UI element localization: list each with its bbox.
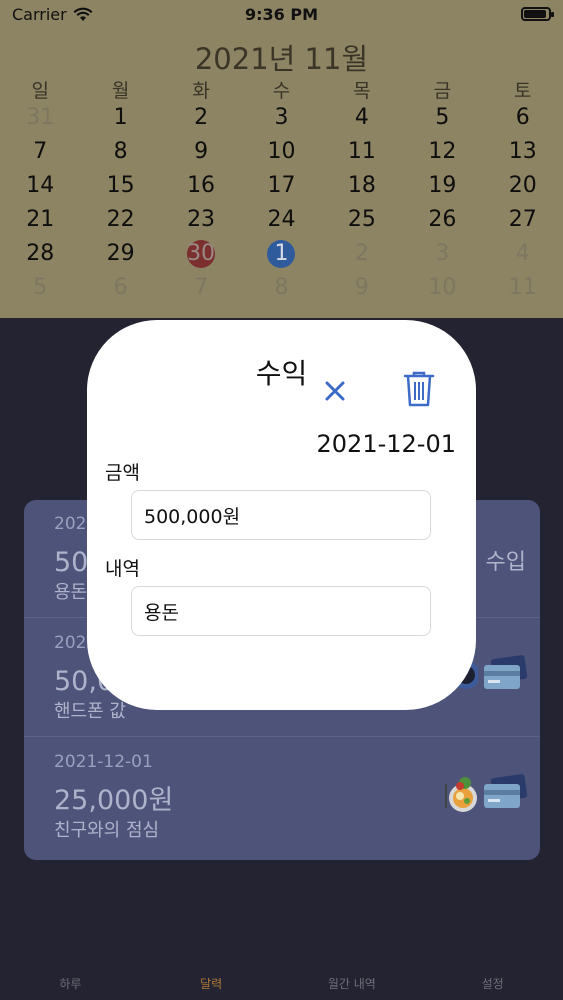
trash-icon [403, 371, 435, 407]
battery-icon [521, 7, 554, 21]
calendar-day[interactable]: 7 [161, 272, 241, 304]
memo-input[interactable] [131, 586, 431, 636]
calendar-week: 21 22 23 24 25 26 27 [0, 204, 563, 236]
weekday-label: 일 [31, 80, 49, 102]
close-icon [325, 381, 345, 401]
calendar-day[interactable]: 13 [483, 136, 563, 168]
calendar-day[interactable]: 5 [402, 102, 482, 134]
edit-entry-modal: 수익 2021-12-01 금액 내역 [87, 320, 476, 710]
calendar-day[interactable]: 6 [483, 102, 563, 134]
calendar-day[interactable]: 9 [161, 136, 241, 168]
calendar-day[interactable]: 4 [483, 238, 563, 270]
calendar-day[interactable]: 6 [80, 272, 160, 304]
weekday-label: 토 [514, 80, 532, 102]
calendar-day[interactable]: 17 [241, 170, 321, 202]
calendar-day[interactable]: 10 [402, 272, 482, 304]
calendar-day[interactable]: 15 [80, 170, 160, 202]
calendar-day[interactable]: 31 [0, 102, 80, 134]
entry-date[interactable]: 2021-12-01 [317, 430, 456, 458]
calendar-day[interactable]: 11 [483, 272, 563, 304]
item-desc: 친구와의 점심 [54, 820, 160, 841]
food-icon [445, 777, 477, 812]
calendar: 2021년 11월 일월화수목금토 31 1 2 3 4 5 6 7 8 9 10 11 12 13 14 1… [0, 28, 563, 318]
calendar-day[interactable]: 4 [322, 102, 402, 134]
calendar-day[interactable]: 8 [241, 272, 321, 304]
amount-input[interactable] [131, 490, 431, 540]
calendar-day[interactable]: 1 [80, 102, 160, 134]
weekday-label: 금 [433, 80, 452, 102]
memo-label: 내역 [105, 558, 140, 580]
calendar-day[interactable]: 3 [402, 238, 482, 270]
status-bar: Carrier 9:36 PM [0, 0, 563, 28]
amount-label: 금액 [105, 462, 140, 484]
credit-card-icon [484, 655, 528, 689]
tab-1[interactable]: 달력 [141, 975, 282, 1000]
calendar-day[interactable]: 22 [80, 204, 160, 236]
list-item[interactable]: 2021-12-01 25,000원 친구와의 점심 [24, 738, 540, 856]
tab-2[interactable]: 월간 내역 [282, 975, 423, 1000]
calendar-day[interactable]: 28 [0, 238, 80, 270]
weekday-label: 수 [272, 80, 291, 102]
calendar-day[interactable]: 5 [0, 272, 80, 304]
item-date: 2021-12-01 [54, 752, 153, 772]
item-desc: 용돈 [54, 582, 88, 603]
credit-card-icon [484, 774, 528, 808]
weekday-label: 목 [353, 80, 371, 102]
calendar-week: 5 6 7 8 9 10 11 [0, 272, 563, 304]
calendar-day[interactable]: 21 [0, 204, 80, 236]
item-type: 수입 [485, 550, 526, 575]
weekday-label: 화 [192, 80, 210, 102]
day-marker-selected: 1 [267, 240, 296, 268]
calendar-week: 28 29 30 1 2 3 4 [0, 238, 563, 270]
calendar-day[interactable]: 7 [0, 136, 80, 168]
calendar-day[interactable]: 9 [322, 272, 402, 304]
calendar-day[interactable]: 23 [161, 204, 241, 236]
item-amount: 25,000원 [54, 785, 174, 816]
calendar-day[interactable]: 3 [241, 102, 321, 134]
calendar-day[interactable]: 24 [241, 204, 321, 236]
tab-bar: 하루 달력 월간 내역 설정 [0, 975, 563, 1000]
delete-button[interactable] [403, 370, 439, 410]
battery-fill [524, 10, 546, 18]
calendar-week: 7 8 9 10 11 12 13 [0, 136, 563, 168]
status-left: Carrier [12, 5, 93, 24]
calendar-day[interactable]: 8 [80, 136, 160, 168]
item-desc: 핸드폰 값 [54, 701, 126, 722]
calendar-week: 14 15 16 17 18 19 20 [0, 170, 563, 202]
calendar-title[interactable]: 2021년 11월 [0, 36, 563, 78]
calendar-day[interactable]: 19 [402, 170, 482, 202]
carrier-label: Carrier [12, 4, 67, 24]
day-marker-expense: 30 [187, 240, 216, 268]
calendar-day[interactable]: 14 [0, 170, 80, 202]
weekday-label: 월 [111, 80, 130, 102]
tab-3[interactable]: 설정 [422, 975, 563, 1000]
calendar-day[interactable]: 29 [80, 238, 160, 270]
calendar-day[interactable]: 12 [402, 136, 482, 168]
calendar-day[interactable]: 16 [161, 170, 241, 202]
calendar-day[interactable]: 10 [241, 136, 321, 168]
calendar-day[interactable]: 20 [483, 170, 563, 202]
calendar-day[interactable]: 2 [322, 238, 402, 270]
wifi-icon [73, 7, 93, 21]
calendar-day[interactable]: 1 [241, 238, 321, 270]
calendar-day[interactable]: 25 [322, 204, 402, 236]
calendar-day[interactable]: 27 [483, 204, 563, 236]
calendar-week: 31 1 2 3 4 5 6 [0, 102, 563, 134]
tab-0[interactable]: 하루 [0, 975, 141, 1000]
calendar-day[interactable]: 11 [322, 136, 402, 168]
calendar-day[interactable]: 26 [402, 204, 482, 236]
calendar-day[interactable]: 30 [161, 238, 241, 270]
calendar-day[interactable]: 2 [161, 102, 241, 134]
weekday-row: 일월화수목금토 [0, 76, 563, 103]
close-button[interactable] [319, 375, 351, 407]
calendar-day[interactable]: 18 [322, 170, 402, 202]
